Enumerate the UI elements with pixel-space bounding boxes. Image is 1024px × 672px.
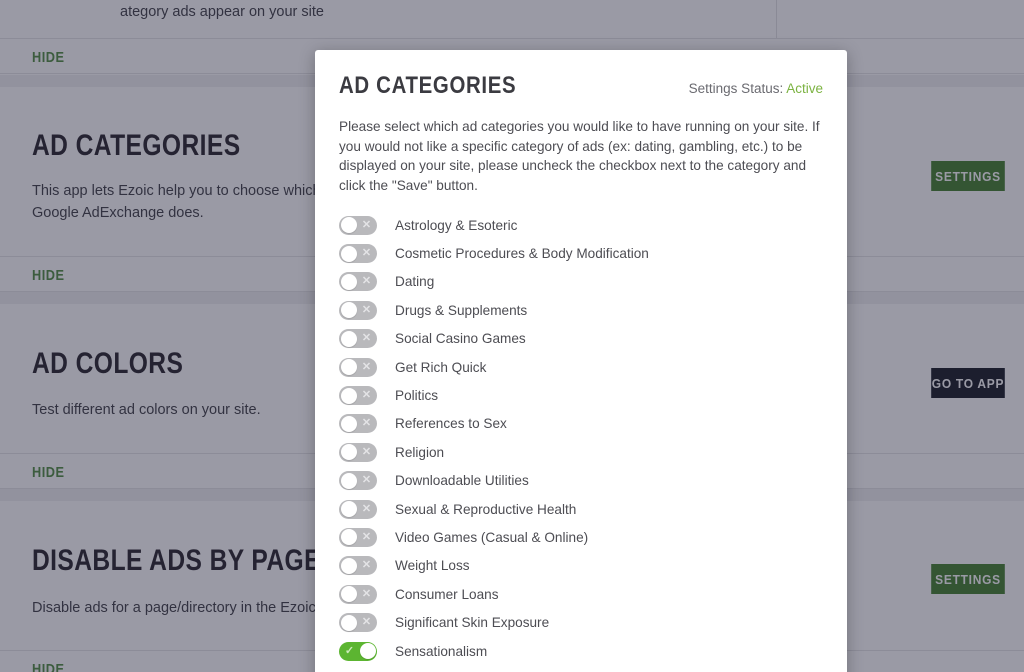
ad-category-toggle[interactable]: ✕: [339, 556, 377, 576]
settings-status-value: Active: [786, 81, 823, 96]
cross-icon: ✕: [361, 275, 372, 288]
toggle-knob: [340, 217, 357, 234]
ad-category-label: References to Sex: [395, 416, 507, 432]
cross-icon: ✕: [361, 616, 372, 629]
toggle-knob: [340, 501, 357, 518]
ad-category-row: ✕ Downloadable Utilities: [339, 467, 823, 495]
cross-icon: ✕: [361, 332, 372, 345]
toggle-knob: [340, 330, 357, 347]
ad-category-toggle[interactable]: ✕: [339, 244, 377, 264]
ad-category-toggle[interactable]: ✕: [339, 357, 377, 377]
cross-icon: ✕: [361, 530, 372, 543]
check-icon: ✓: [344, 644, 355, 657]
toggle-knob: [340, 415, 357, 432]
ad-category-toggle[interactable]: ✓: [339, 641, 377, 661]
ad-category-toggle[interactable]: ✕: [339, 386, 377, 406]
ad-category-row: ✕ Social Casino Games: [339, 325, 823, 353]
ad-category-toggle[interactable]: ✕: [339, 613, 377, 633]
cross-icon: ✕: [361, 389, 372, 402]
ad-category-row: ✕ Significant Skin Exposure: [339, 608, 823, 636]
cross-icon: ✕: [361, 445, 372, 458]
modal-title: AD CATEGORIES: [339, 72, 517, 99]
ad-category-toggle[interactable]: ✕: [339, 584, 377, 604]
ad-category-label: Astrology & Esoteric: [395, 217, 518, 233]
toggle-knob: [359, 643, 376, 660]
ad-category-label: Drugs & Supplements: [395, 302, 528, 318]
ad-category-toggle[interactable]: ✕: [339, 527, 377, 547]
ad-category-row: ✕ Religion: [339, 438, 823, 466]
ad-category-label: Politics: [395, 388, 439, 404]
toggle-knob: [340, 557, 357, 574]
cross-icon: ✕: [361, 502, 372, 515]
ad-category-row: ✓ Sensationalism: [339, 637, 823, 665]
modal-description: Please select which ad categories you wo…: [339, 119, 820, 193]
ad-category-label: Dating: [395, 274, 435, 290]
settings-status-label: Settings Status:: [688, 81, 784, 96]
ad-category-list: ✕ Astrology & Esoteric ✕ Cosmetic Procedure…: [339, 211, 823, 665]
ad-category-row: ✕ Consumer Loans: [339, 580, 823, 608]
ad-category-label: Significant Skin Exposure: [395, 615, 550, 631]
cross-icon: ✕: [361, 218, 372, 231]
ad-category-row: ✕ Video Games (Casual & Online): [339, 523, 823, 551]
ad-category-row: ✕ Dating: [339, 268, 823, 296]
toggle-knob: [340, 529, 357, 546]
ad-category-label: Weight Loss: [395, 558, 470, 574]
cross-icon: ✕: [361, 303, 372, 316]
ad-category-row: ✕ Astrology & Esoteric: [339, 211, 823, 239]
cross-icon: ✕: [361, 247, 372, 260]
ad-category-toggle[interactable]: ✕: [339, 215, 377, 235]
ad-category-toggle[interactable]: ✕: [339, 329, 377, 349]
ad-category-toggle[interactable]: ✕: [339, 471, 377, 491]
ad-category-row: ✕ Cosmetic Procedures & Body Modification: [339, 239, 823, 267]
ad-category-row: ✕ Weight Loss: [339, 552, 823, 580]
ad-category-row: ✕ Get Rich Quick: [339, 353, 823, 381]
modal-header: AD CATEGORIES Settings Status: Active: [339, 72, 823, 100]
cross-icon: ✕: [361, 417, 372, 430]
toggle-knob: [340, 472, 357, 489]
toggle-knob: [340, 387, 357, 404]
toggle-knob: [340, 586, 357, 603]
ad-category-label: Video Games (Casual & Online): [395, 529, 589, 545]
ad-category-toggle[interactable]: ✕: [339, 272, 377, 292]
ad-category-row: ✕ Politics: [339, 381, 823, 409]
toggle-knob: [340, 245, 357, 262]
cross-icon: ✕: [361, 474, 372, 487]
ad-category-label: Cosmetic Procedures & Body Modification: [395, 246, 649, 262]
ad-category-row: ✕ Drugs & Supplements: [339, 296, 823, 324]
ad-categories-modal: AD CATEGORIES Settings Status: Active Pl…: [315, 50, 847, 672]
ad-category-toggle[interactable]: ✕: [339, 300, 377, 320]
settings-status: Settings Status: Active: [689, 81, 823, 96]
cross-icon: ✕: [361, 559, 372, 572]
ad-category-toggle[interactable]: ✕: [339, 499, 377, 519]
ad-category-row: ✕ Sexual & Reproductive Health: [339, 495, 823, 523]
ad-category-label: Consumer Loans: [395, 586, 499, 602]
ad-category-toggle[interactable]: ✕: [339, 442, 377, 462]
ad-category-label: Social Casino Games: [395, 331, 526, 347]
ad-category-label: Religion: [395, 444, 445, 460]
toggle-knob: [340, 302, 357, 319]
toggle-knob: [340, 614, 357, 631]
toggle-knob: [340, 273, 357, 290]
ad-category-label: Sensationalism: [395, 643, 488, 659]
ad-category-row: ✕ References to Sex: [339, 410, 823, 438]
ad-category-label: Sexual & Reproductive Health: [395, 501, 577, 517]
toggle-knob: [340, 359, 357, 376]
cross-icon: ✕: [361, 587, 372, 600]
ad-category-label: Get Rich Quick: [395, 359, 487, 375]
page-root: ategory ads appear on your site HIDE AD …: [0, 0, 1024, 672]
cross-icon: ✕: [361, 360, 372, 373]
ad-category-label: Downloadable Utilities: [395, 473, 529, 489]
toggle-knob: [340, 444, 357, 461]
ad-category-toggle[interactable]: ✕: [339, 414, 377, 434]
